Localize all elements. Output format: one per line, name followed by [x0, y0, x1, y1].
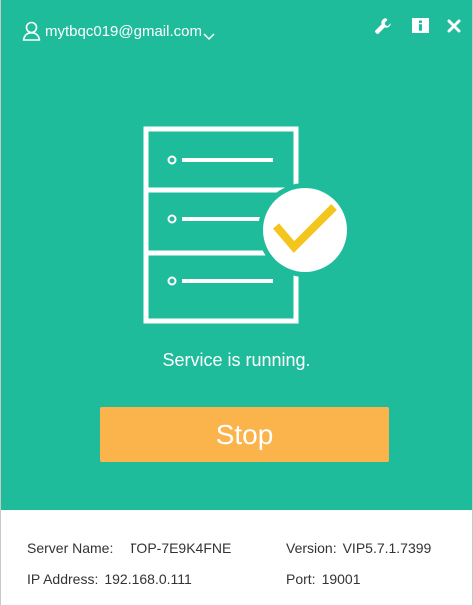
version-row: Version: VIP5.7.1.7399: [286, 540, 431, 556]
ip-label: IP Address:: [27, 571, 99, 587]
ip-row: IP Address: 192.168.0.111: [27, 571, 192, 587]
stop-button[interactable]: Stop: [100, 407, 389, 462]
port-label: Port:: [286, 571, 316, 587]
server-name-row: Server Name: DESKTOP-7E9K4FNE: [27, 540, 231, 556]
app-window: mytbqc019@gmail.com Service is running. …: [0, 0, 473, 605]
main-panel: mytbqc019@gmail.com Service is running. …: [1, 0, 472, 510]
version-label: Version:: [286, 540, 337, 556]
version-value: VIP5.7.1.7399: [342, 540, 432, 556]
server-info: Server Name: DESKTOP-7E9K4FNE Version: VIP…: [1, 510, 472, 605]
server-name-label: Server Name:: [27, 540, 114, 556]
check-badge-icon: [258, 183, 352, 277]
ip-value: 192.168.0.111: [104, 571, 192, 587]
port-row: Port: 19001: [286, 571, 361, 587]
port-value: 19001: [321, 571, 361, 587]
server-name-value: DESKTOP-7E9K4FNE: [131, 540, 232, 556]
service-status: Service is running.: [162, 350, 311, 370]
illustration: [1, 0, 472, 340]
